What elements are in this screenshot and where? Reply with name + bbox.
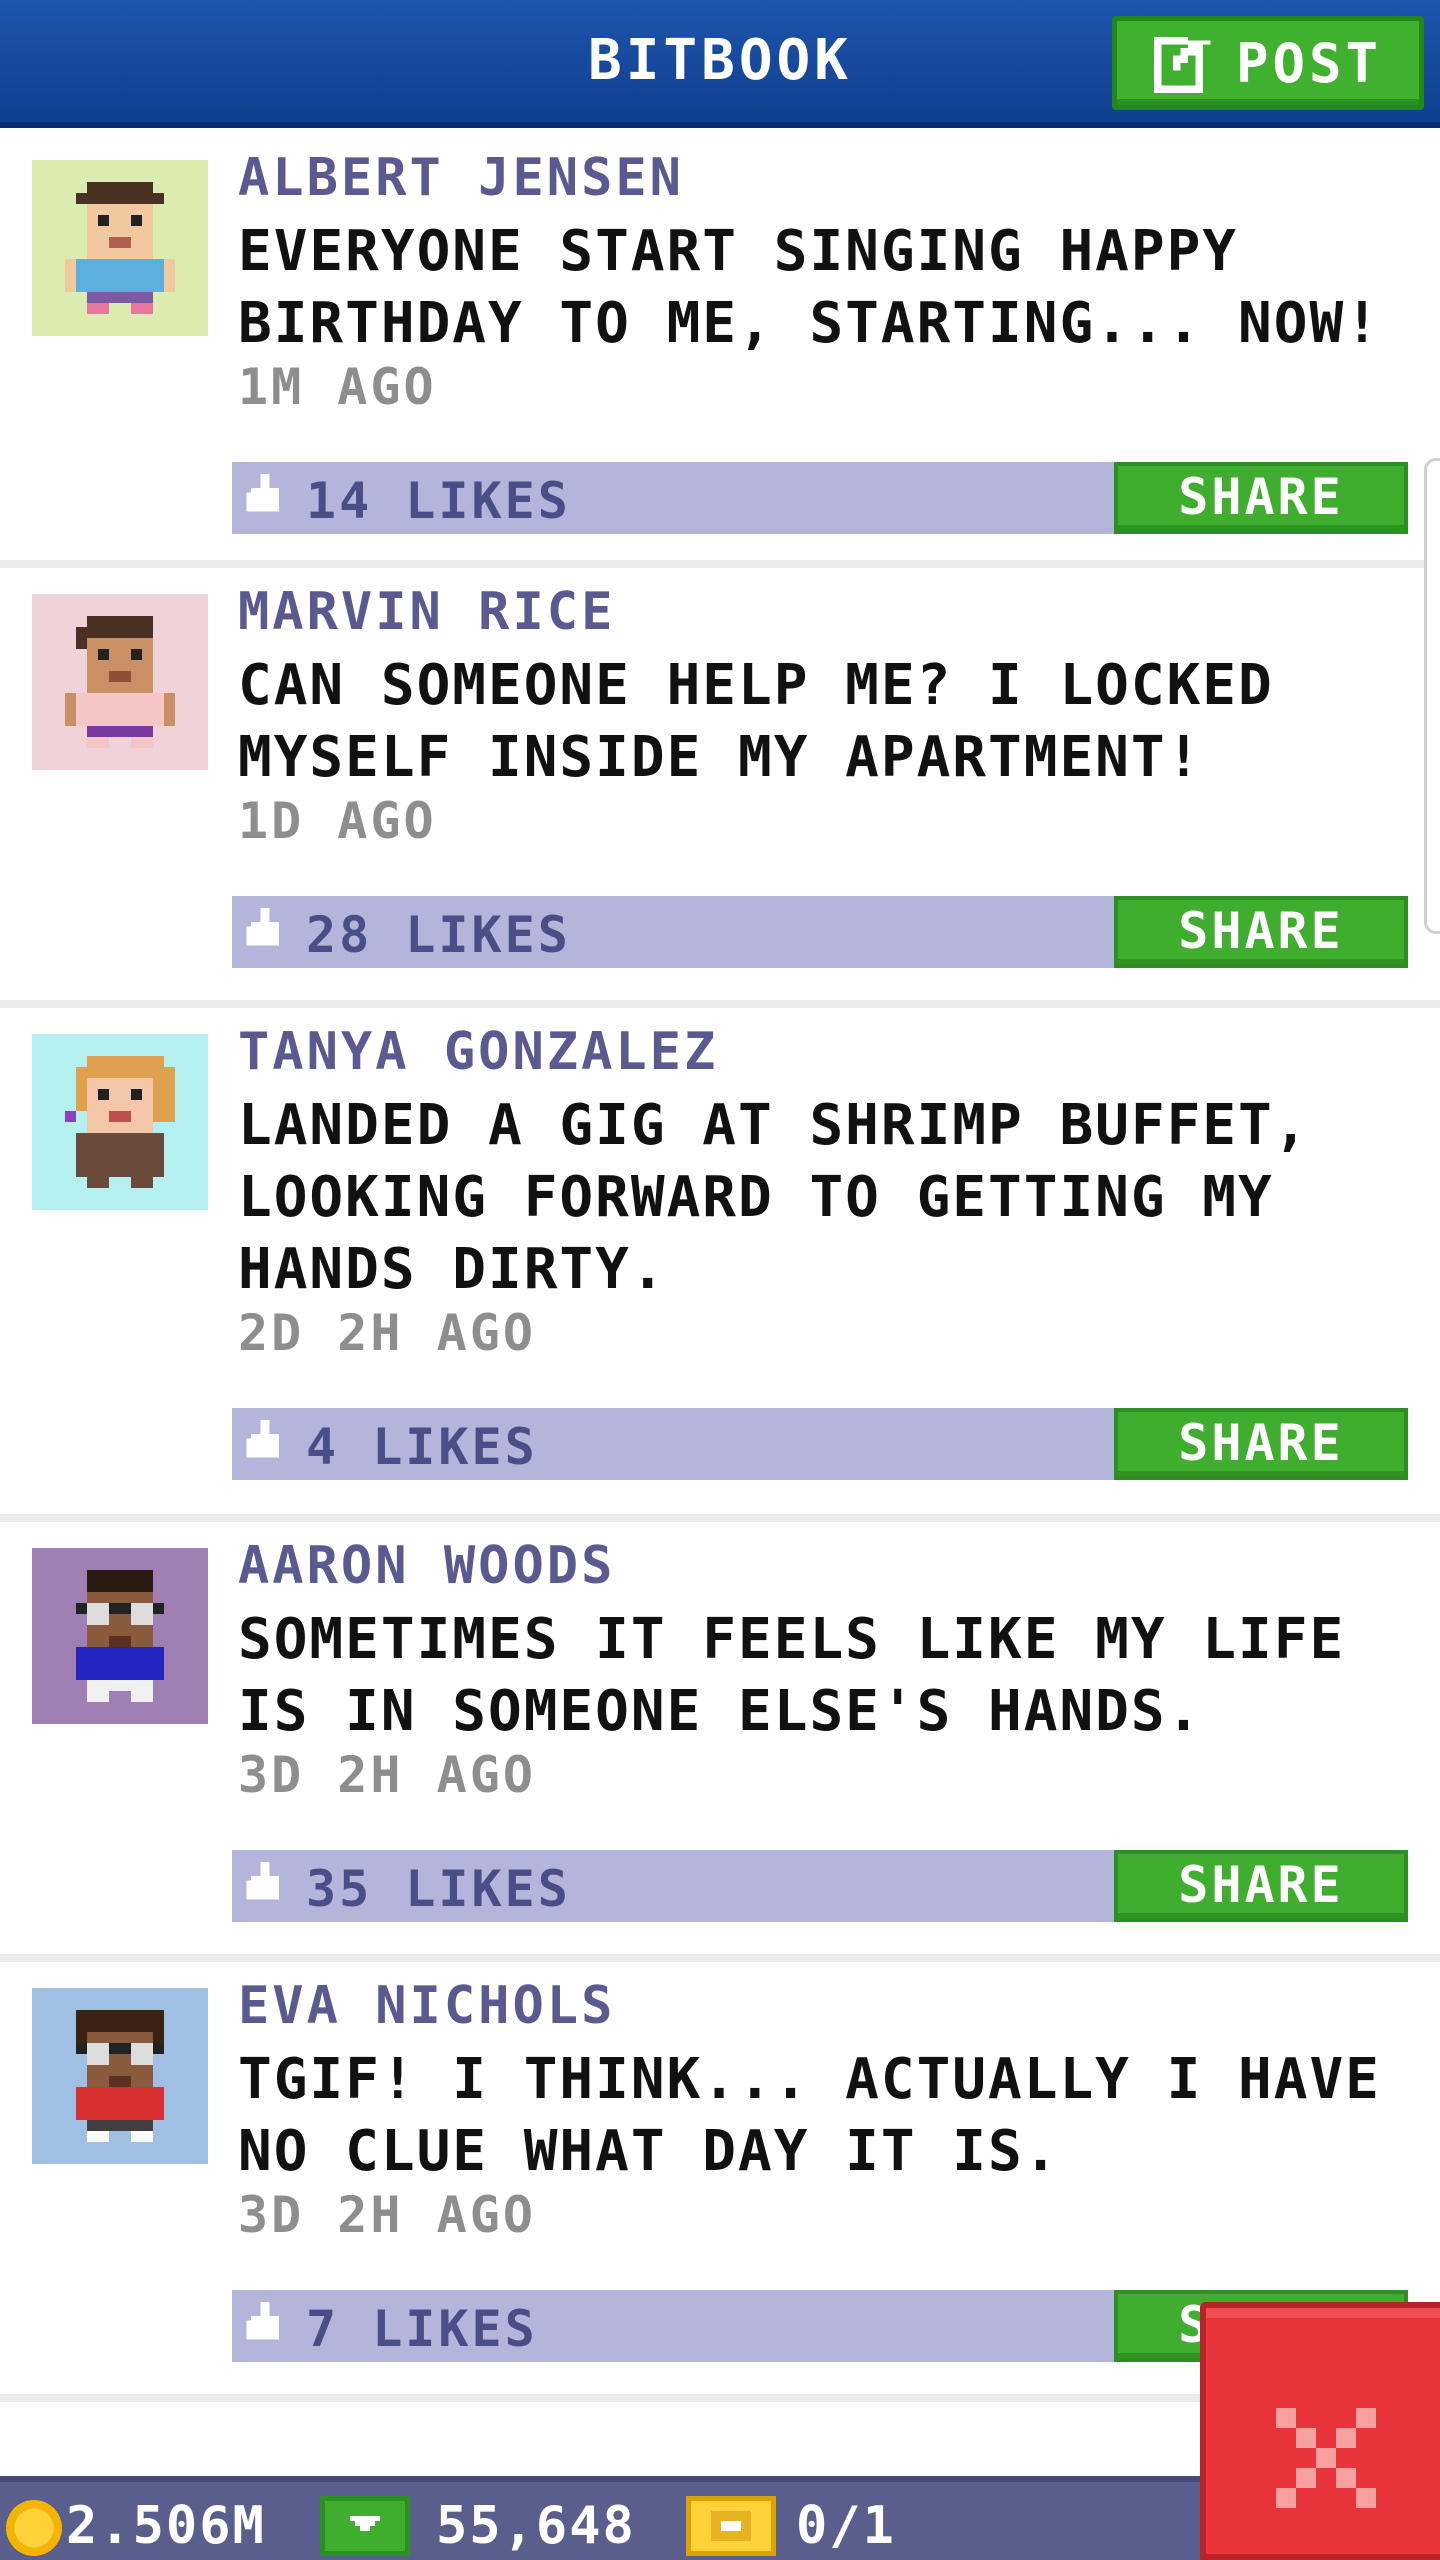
feed-post: TANYA GONZALEZ LANDED A GIG AT SHRIMP BU… xyxy=(0,1008,1440,1522)
thumbs-up-icon xyxy=(246,474,279,512)
feed-post: ALBERT JENSEN EVERYONE START SINGING HAP… xyxy=(0,134,1440,568)
post-author[interactable]: MARVIN RICE xyxy=(238,582,615,642)
post-author[interactable]: EVA NICHOLS xyxy=(238,1976,615,2036)
cash-value: 55,648 xyxy=(436,2496,636,2556)
avatar xyxy=(32,594,208,770)
likes-bar: 4 LIKES SHARE xyxy=(232,1408,1408,1480)
close-icon xyxy=(1276,2408,1376,2508)
post-text: TGIF! I THINK... ACTUALLY I HAVE NO CLUE… xyxy=(238,2047,1381,2184)
likes-count: 7 LIKES xyxy=(306,2300,538,2358)
feed-post: MARVIN RICE CAN SOMEONE HELP ME? I LOCKE… xyxy=(0,568,1440,1008)
ticket-icon xyxy=(686,2496,776,2556)
likes-count: 14 LIKES xyxy=(306,472,571,530)
feed-post: AARON WOODS SOMETIMES IT FEELS LIKE MY L… xyxy=(0,1522,1440,1962)
thumbs-up-icon xyxy=(246,2302,279,2340)
share-button[interactable]: SHARE xyxy=(1114,896,1408,968)
avatar xyxy=(32,1988,208,2164)
app-header: BITBOOK POST xyxy=(0,0,1440,128)
thumbs-up-icon xyxy=(246,1862,279,1900)
edit-icon xyxy=(1153,33,1214,93)
share-button[interactable]: SHARE xyxy=(1114,1850,1408,1922)
coins-value: 2.506M xyxy=(66,2496,266,2556)
cash-icon xyxy=(320,2496,410,2556)
likes-bar: 35 LIKES SHARE xyxy=(232,1850,1408,1922)
scroll-indicator[interactable] xyxy=(1424,458,1440,934)
post-author[interactable]: TANYA GONZALEZ xyxy=(238,1022,718,1082)
post-time: 3D 2H AGO xyxy=(238,1746,536,1804)
post-text: EVERYONE START SINGING HAPPY BIRTHDAY TO… xyxy=(238,219,1381,356)
post-author[interactable]: AARON WOODS xyxy=(238,1536,615,1596)
tickets-value: 0/1 xyxy=(796,2496,896,2556)
post-time: 2D 2H AGO xyxy=(238,1304,536,1362)
likes-count: 28 LIKES xyxy=(306,906,571,964)
thumbs-up-icon xyxy=(246,1420,279,1458)
post-button-label: POST xyxy=(1235,31,1383,95)
post-time: 1D AGO xyxy=(238,792,437,850)
post-text: LANDED A GIG AT SHRIMP BUFFET, LOOKING F… xyxy=(238,1093,1310,1302)
coin-icon xyxy=(6,2500,62,2556)
likes-count: 35 LIKES xyxy=(306,1860,571,1918)
post-time: 3D 2H AGO xyxy=(238,2186,536,2244)
close-button[interactable] xyxy=(1200,2302,1440,2560)
avatar xyxy=(32,160,208,336)
post-button[interactable]: POST xyxy=(1112,16,1424,110)
thumbs-up-icon xyxy=(246,908,279,946)
post-text: CAN SOMEONE HELP ME? I LOCKED MYSELF INS… xyxy=(238,653,1274,790)
likes-count: 4 LIKES xyxy=(306,1418,538,1476)
likes-bar: 14 LIKES SHARE xyxy=(232,462,1408,534)
post-text: SOMETIMES IT FEELS LIKE MY LIFE IS IN SO… xyxy=(238,1607,1346,1744)
post-author[interactable]: ALBERT JENSEN xyxy=(238,148,684,208)
share-button[interactable]: SHARE xyxy=(1114,462,1408,534)
share-button[interactable]: SHARE xyxy=(1114,1408,1408,1480)
post-time: 1M AGO xyxy=(238,358,437,416)
avatar xyxy=(32,1548,208,1724)
likes-bar: 28 LIKES SHARE xyxy=(232,896,1408,968)
avatar xyxy=(32,1034,208,1210)
